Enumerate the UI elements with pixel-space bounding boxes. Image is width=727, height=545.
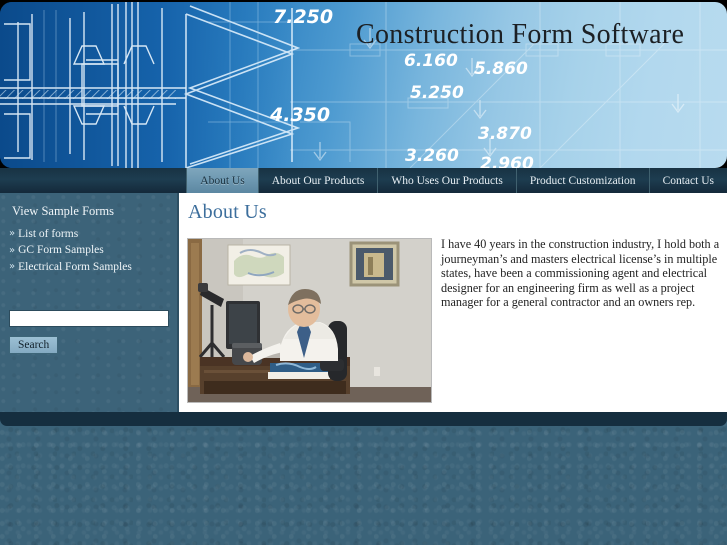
blueprint-number-2960: 2.960 [480, 154, 534, 168]
page-title: About Us [188, 201, 267, 223]
sidebar-link-list: » List of forms » GC Form Samples » Elec… [9, 227, 177, 277]
about-us-paragraph: I have 40 years in the construction indu… [441, 237, 720, 310]
sidebar-item-electrical-form-samples[interactable]: » Electrical Form Samples [9, 260, 177, 273]
blueprint-linework-left [0, 2, 300, 168]
search-input[interactable] [9, 310, 169, 327]
blueprint-number-5860: 5.860 [474, 59, 528, 79]
chevron-double-right-icon: » [9, 228, 15, 239]
office-desk-photo-illustration [188, 239, 431, 402]
chevron-double-right-icon: » [9, 261, 15, 272]
nav-item-about-our-products[interactable]: About Our Products [257, 168, 378, 193]
site-title: Construction Form Software [356, 19, 685, 50]
nav-item-about-us[interactable]: About Us [186, 168, 258, 193]
search-form: Search [9, 310, 169, 354]
blueprint-number-6160: 6.160 [404, 51, 458, 71]
sidebar-heading: View Sample Forms [12, 204, 115, 218]
blueprint-number-5250: 5.250 [410, 83, 464, 103]
blueprint-number-3260: 3.260 [405, 146, 459, 166]
sidebar: View Sample Forms » List of forms » GC F… [0, 193, 177, 412]
sidebar-item-list-of-forms[interactable]: » List of forms [9, 227, 177, 240]
blueprint-number-7250: 7.250 [273, 6, 334, 28]
sidebar-item-gc-form-samples[interactable]: » GC Form Samples [9, 244, 177, 257]
body-row: View Sample Forms » List of forms » GC F… [0, 193, 727, 412]
blueprint-number-4350: 4.350 [270, 104, 331, 126]
search-button[interactable]: Search [9, 336, 59, 354]
sidebar-item-label: Electrical Form Samples [18, 260, 132, 273]
banner-artwork: 7.250 6.160 5.860 5.250 4.350 3.870 3.26… [0, 2, 727, 168]
page-root: 7.250 6.160 5.860 5.250 4.350 3.870 3.26… [0, 0, 727, 545]
sidebar-item-label: GC Form Samples [18, 244, 104, 256]
sidebar-item-label: List of forms [18, 227, 79, 240]
site-header-banner: 7.250 6.160 5.860 5.250 4.350 3.870 3.26… [0, 0, 727, 168]
nav-item-product-customization[interactable]: Product Customization [515, 168, 649, 193]
content-bottom-band [0, 412, 727, 426]
main-content: About Us I have 40 years in the construc… [177, 193, 727, 412]
blueprint-number-3870: 3.870 [478, 124, 532, 144]
main-navigation: About Us About Our Products Who Uses Our… [0, 168, 727, 193]
about-us-photo [187, 238, 432, 403]
nav-item-who-uses-our-products[interactable]: Who Uses Our Products [377, 168, 515, 193]
nav-item-contact-us[interactable]: Contact Us [648, 168, 727, 193]
chevron-double-right-icon: » [9, 244, 15, 256]
